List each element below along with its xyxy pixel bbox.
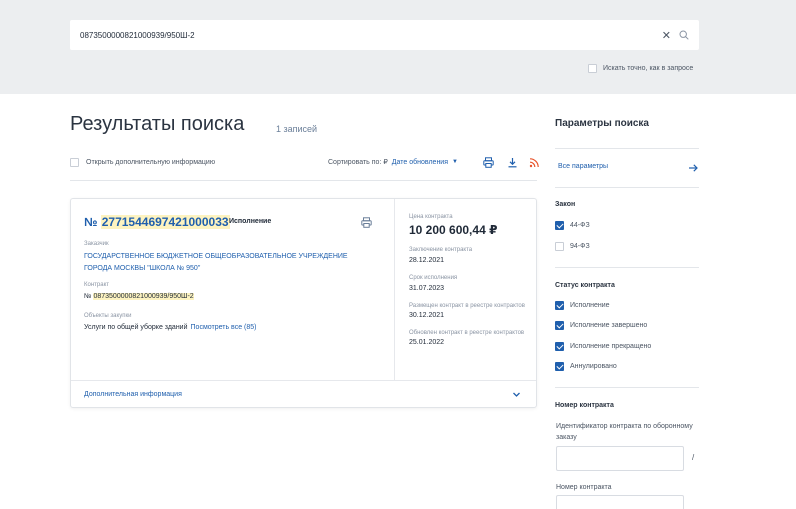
contract-number-value: 0873500000821000939/950Ш-2 (93, 293, 194, 300)
customer-label: Заказчик (84, 241, 109, 247)
law-option-94[interactable]: 94-ФЗ (555, 242, 590, 251)
card-main-info: № 2771544697421000033 Исполнение Заказчи… (84, 215, 374, 331)
clear-icon[interactable]: ✕ (662, 29, 671, 42)
defense-id-label: Идентификатор контракта по оборонному за… (556, 423, 693, 441)
sort-dropdown[interactable]: Дате обновления (392, 159, 448, 166)
results-divider (70, 180, 537, 181)
results-count: 1 записей (276, 124, 318, 134)
customer-link[interactable]: ГОСУДАРСТВЕННОЕ БЮДЖЕТНОЕ ОБЩЕОБРАЗОВАТЕ… (84, 251, 364, 275)
search-query-value[interactable]: 0873500000821000939/950Ш-2 (80, 31, 662, 40)
status-label: Исполнение прекращено (570, 343, 652, 350)
sidebar-divider (555, 267, 699, 268)
open-info-option[interactable]: Открыть дополнительную информацию (70, 158, 215, 167)
price-label: Цена контракта (409, 214, 453, 220)
defense-id-input[interactable] (556, 446, 684, 471)
additional-info-toggle[interactable]: Дополнительная информация (84, 391, 182, 398)
caret-down-icon[interactable]: ▼ (452, 159, 458, 165)
registry-number-link[interactable]: 2771544697421000033 (100, 215, 230, 229)
download-icon[interactable] (507, 157, 518, 168)
contract-number-filter-title: Номер контракта (555, 402, 614, 409)
sort-control[interactable]: Сортировать по: ₽ Дате обновления ▼ (328, 158, 458, 167)
status-checkbox[interactable] (555, 301, 564, 310)
chevron-down-icon[interactable] (512, 390, 521, 399)
objects-row: Услуги по общей уборке зданий Посмотреть … (84, 324, 256, 331)
search-input[interactable]: 0873500000821000939/950Ш-2 ✕ (70, 20, 699, 50)
sidebar-divider (555, 387, 699, 388)
status-label: Исполнение (570, 302, 610, 309)
show-all-objects-link[interactable]: Посмотреть все (85) (191, 324, 257, 331)
card-details: Цена контракта 10 200 600,44 ₽ Заключени… (409, 213, 534, 346)
status-option[interactable]: Аннулировано (555, 362, 617, 371)
search-icon[interactable] (679, 30, 689, 40)
open-info-checkbox[interactable] (70, 158, 79, 167)
sort-label: Сортировать по: ₽ (328, 159, 388, 166)
arrow-right-icon[interactable] (688, 163, 698, 173)
status-checkbox[interactable] (555, 362, 564, 371)
status-label: Аннулировано (570, 363, 617, 370)
status-option[interactable]: Исполнение прекращено (555, 342, 651, 351)
contract-price: 10 200 600,44 ₽ (409, 223, 498, 237)
contract-card: № 2771544697421000033 Исполнение Заказчи… (70, 198, 537, 408)
contract-number: № 0873500000821000939/950Ш-2 (84, 293, 194, 300)
open-info-label: Открыть дополнительную информацию (86, 159, 216, 166)
contract-label: Контракт (84, 282, 110, 288)
term-label: Срок исполнения (409, 275, 458, 281)
law-filter-title: Закон (555, 201, 576, 208)
status-option[interactable]: Исполнение (555, 301, 610, 310)
exact-search-label: Искать точно, как в запросе (603, 65, 694, 72)
placed-label: Размещен контракт в реестре контрактов (409, 303, 525, 309)
page-title: Результаты поиска (70, 113, 245, 135)
status-option[interactable]: Исполнение завершено (555, 321, 647, 330)
sidebar-title: Параметры поиска (555, 118, 649, 129)
number-prefix: № (84, 215, 98, 229)
objects-value: Услуги по общей уборке зданий (84, 324, 188, 331)
law-44-checkbox[interactable] (555, 221, 564, 230)
rss-icon[interactable] (529, 157, 540, 168)
separator-slash: / (692, 453, 695, 462)
law-option-44[interactable]: 44-ФЗ (555, 221, 590, 230)
print-icon[interactable] (361, 217, 372, 228)
exact-search-option[interactable]: Искать точно, как в запросе (588, 64, 693, 73)
concluded-label: Заключение контракта (409, 247, 473, 253)
placed-date: 30.12.2021 (409, 312, 445, 319)
contract-prefix: № (84, 293, 92, 300)
all-params-link[interactable]: Все параметры (558, 163, 608, 170)
status-checkbox[interactable] (555, 342, 564, 351)
objects-label: Объекты закупки (84, 313, 132, 319)
status-label: Исполнение завершено (570, 322, 648, 329)
term-date: 31.07.2023 (409, 285, 445, 292)
updated-date: 25.01.2022 (409, 339, 445, 346)
contract-number-input[interactable] (556, 495, 684, 509)
updated-label: Обновлен контракт в реестре контрактов (409, 330, 525, 336)
exact-search-checkbox[interactable] (588, 64, 597, 73)
law-94-label: 94-ФЗ (570, 243, 590, 250)
card-footer-divider (71, 380, 536, 381)
status-filter-title: Статус контракта (555, 282, 615, 289)
law-94-checkbox[interactable] (555, 242, 564, 251)
concluded-date: 28.12.2021 (409, 257, 445, 264)
sidebar-divider (555, 148, 699, 149)
contract-number-label: Номер контракта (556, 484, 612, 491)
card-divider (394, 199, 395, 381)
sidebar-divider (555, 187, 699, 188)
status-badge: Исполнение (229, 218, 272, 225)
print-icon[interactable] (483, 157, 494, 168)
law-44-label: 44-ФЗ (570, 222, 590, 229)
status-checkbox[interactable] (555, 321, 564, 330)
